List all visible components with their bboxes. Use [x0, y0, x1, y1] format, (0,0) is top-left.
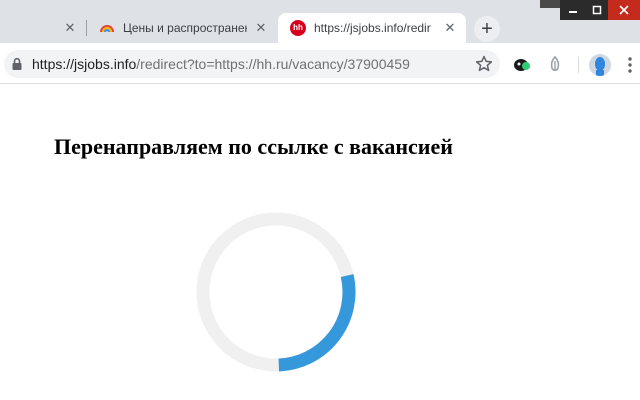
maximize-button[interactable] — [584, 0, 610, 20]
tab-2-label: Цены и распространен — [123, 21, 247, 35]
tab-3-close-icon[interactable]: ✕ — [442, 20, 458, 36]
url-text[interactable]: https://jsjobs.info/redirect?to=https://… — [32, 56, 410, 72]
url-domain: https://jsjobs.info — [32, 56, 137, 72]
kebab-menu-icon[interactable] — [626, 56, 634, 74]
hh-favicon-icon: hh — [290, 20, 306, 36]
minimize-button[interactable] — [560, 0, 586, 20]
close-window-button[interactable] — [608, 0, 640, 20]
toolbar-divider — [578, 57, 579, 73]
maximize-icon — [592, 5, 602, 15]
star-icon[interactable] — [474, 54, 494, 74]
spinner-arc — [278, 274, 356, 372]
loading-spinner — [196, 212, 356, 372]
tab-3-label: https://jsjobs.info/redir — [314, 21, 431, 35]
profile-icon — [595, 57, 605, 76]
page-title: Перенаправляем по ссылке с вакансией — [54, 134, 453, 159]
rainbow-favicon-icon — [100, 25, 114, 33]
extension-icon[interactable] — [512, 56, 532, 74]
tab-3-active[interactable]: hh https://jsjobs.info/redir ✕ — [278, 13, 466, 43]
lock-icon[interactable] — [10, 57, 24, 71]
new-tab-button[interactable]: + — [474, 16, 500, 42]
avatar[interactable] — [589, 54, 611, 76]
tab-2-close-icon[interactable]: ✕ — [253, 20, 269, 36]
close-icon — [619, 5, 629, 15]
tab-strip: ✕ Цены и распространен ✕ hh https://jsjo… — [0, 0, 640, 43]
tab-2[interactable]: Цены и распространен ✕ — [87, 13, 277, 43]
url-path: /redirect?to=https://hh.ru/vacancy/37900… — [136, 56, 410, 72]
minimize-icon — [569, 11, 577, 13]
title-bar-region — [540, 0, 560, 8]
address-bar[interactable]: https://jsjobs.info/redirect?to=https://… — [4, 50, 500, 78]
tab-1[interactable]: ✕ — [0, 13, 86, 43]
extension-icon[interactable] — [546, 55, 564, 75]
browser-toolbar: https://jsjobs.info/redirect?to=https://… — [0, 43, 640, 84]
tab-1-close-icon[interactable]: ✕ — [62, 20, 78, 36]
